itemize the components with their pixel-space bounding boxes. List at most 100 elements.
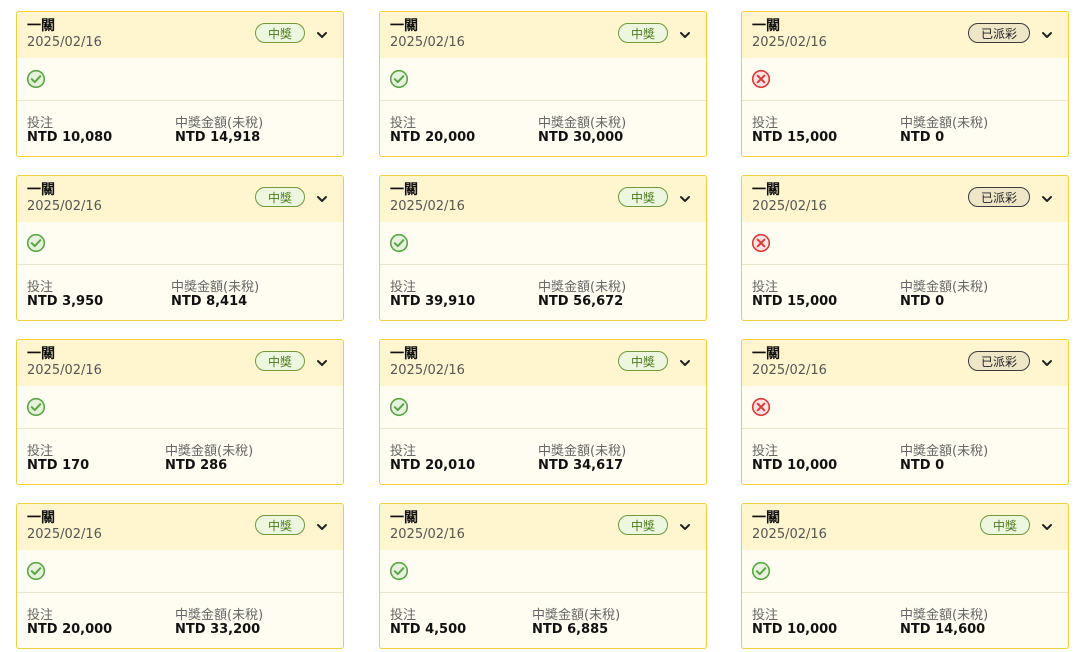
chevron-down-icon[interactable] — [315, 355, 329, 369]
chevron-down-icon[interactable] — [1040, 519, 1054, 533]
stake-label: 投注 — [27, 280, 54, 295]
card-header[interactable]: 一關 2025/02/16 中獎 — [380, 12, 706, 58]
status-badge: 已派彩 — [967, 23, 1030, 43]
card-header[interactable]: 一關 2025/02/16 中獎 — [17, 504, 343, 550]
prize-amount: NTD 0 — [900, 458, 945, 473]
stake-label: 投注 — [752, 444, 779, 459]
bet-date: 2025/02/16 — [27, 527, 102, 542]
check-circle-icon — [389, 561, 409, 581]
result-row — [17, 222, 343, 265]
stake-label: 投注 — [27, 116, 54, 131]
status-badge: 中獎 — [617, 351, 668, 371]
prize-label: 中獎金額(未稅) — [532, 608, 621, 623]
bet-card[interactable]: 一關 2025/02/16 已派彩 投注 NTD 15,000 中獎金額(未稅) NTD 0 — [741, 11, 1069, 157]
result-row — [742, 386, 1068, 429]
bet-card[interactable]: 一關 2025/02/16 中獎投注 NTD 3,950 中獎金額(未稅) NTD 8,4… — [16, 175, 344, 321]
bet-card[interactable]: 一關 2025/02/16 已派彩 投注 NTD 15,000 中獎金額(未稅) NTD 0 — [741, 175, 1069, 321]
card-header[interactable]: 一關 2025/02/16 中獎 — [380, 340, 706, 386]
status-badge: 中獎 — [254, 515, 305, 535]
bet-card[interactable]: 一關 2025/02/16 中獎 投注 NTD 20,000 中獎金額(未稅) NTD 30… — [379, 11, 707, 157]
stake-label: 投注 — [752, 116, 779, 131]
chevron-down-icon[interactable] — [1040, 191, 1054, 205]
bet-card[interactable]: 一關 2025/02/16 中獎 投注 NTD 10,000 中獎金額(未稅) NTD 14… — [741, 503, 1069, 649]
stake-amount: NTD 10,080 — [27, 130, 113, 145]
bet-date: 2025/02/16 — [752, 363, 827, 378]
prize-amount: NTD 14,600 — [900, 622, 986, 637]
bet-date: 2025/02/16 — [752, 35, 827, 50]
stake-amount: NTD 10,000 — [752, 622, 838, 637]
stake-amount: NTD 4,500 — [390, 622, 467, 637]
check-circle-icon — [26, 397, 46, 417]
chevron-down-icon[interactable] — [678, 519, 692, 533]
bet-date: 2025/02/16 — [27, 363, 102, 378]
prize-label: 中獎金額(未稅) — [171, 280, 260, 295]
prize-amount: NTD 30,000 — [538, 130, 624, 145]
result-row — [742, 58, 1068, 101]
bet-date: 2025/02/16 — [752, 199, 827, 214]
bet-card[interactable]: 一關 2025/02/16 中獎投注 NTD 4,500 中獎金額(未稅) NTD 6,8… — [379, 503, 707, 649]
status-badge: 中獎 — [254, 351, 305, 371]
card-header[interactable]: 一關 2025/02/16 已派彩 — [742, 340, 1068, 386]
chevron-down-icon[interactable] — [1040, 355, 1054, 369]
bet-type-title: 一關 — [752, 182, 780, 198]
stake-label: 投注 — [390, 608, 417, 623]
prize-label: 中獎金額(未稅) — [538, 116, 627, 131]
card-header[interactable]: 一關 2025/02/16 中獎 — [17, 176, 343, 222]
bet-card[interactable]: 一關 2025/02/16 中獎 投注 NTD 10,080 中獎金額(未稅) NTD 14… — [16, 11, 344, 157]
bet-card[interactable]: 一關 2025/02/16 中獎 投注 NTD 170 中獎金額(未稅) NTD 286 — [16, 339, 344, 485]
card-header[interactable]: 一關 2025/02/16 已派彩 — [742, 176, 1068, 222]
card-header[interactable]: 一關 2025/02/16 已派彩 — [742, 12, 1068, 58]
stake-amount: NTD 20,000 — [27, 622, 113, 637]
chevron-down-icon[interactable] — [1040, 27, 1054, 41]
bet-type-title: 一關 — [390, 182, 418, 198]
bet-date: 2025/02/16 — [390, 35, 465, 50]
stake-label: 投注 — [390, 116, 417, 131]
bet-date: 2025/02/16 — [752, 527, 827, 542]
prize-label: 中獎金額(未稅) — [900, 116, 989, 131]
bet-card[interactable]: 一關 2025/02/16 已派彩 投注 NTD 10,000 中獎金額(未稅) NTD 0 — [741, 339, 1069, 485]
status-badge: 中獎 — [617, 23, 668, 43]
chevron-down-icon[interactable] — [678, 355, 692, 369]
chevron-down-icon[interactable] — [315, 191, 329, 205]
status-badge: 已派彩 — [967, 351, 1030, 371]
bet-type-title: 一關 — [390, 510, 418, 526]
card-header[interactable]: 一關 2025/02/16 中獎 — [17, 340, 343, 386]
stake-amount: NTD 15,000 — [752, 294, 838, 309]
status-badge: 中獎 — [254, 23, 305, 43]
prize-label: 中獎金額(未稅) — [175, 116, 264, 131]
bet-card[interactable]: 一關 2025/02/16 中獎 投注 NTD 20,010 中獎金額(未稅) NTD 34… — [379, 339, 707, 485]
stake-amount: NTD 10,000 — [752, 458, 838, 473]
x-circle-icon — [751, 397, 771, 417]
bet-type-title: 一關 — [752, 18, 780, 34]
status-badge: 中獎 — [254, 187, 305, 207]
check-circle-icon — [26, 233, 46, 253]
stake-amount: NTD 170 — [27, 458, 90, 473]
stake-label: 投注 — [27, 608, 54, 623]
x-circle-icon — [751, 69, 771, 89]
card-header[interactable]: 一關 2025/02/16 中獎 — [380, 504, 706, 550]
status-badge: 中獎 — [979, 515, 1030, 535]
card-header[interactable]: 一關 2025/02/16 中獎 — [742, 504, 1068, 550]
chevron-down-icon[interactable] — [678, 191, 692, 205]
result-row — [17, 58, 343, 101]
prize-amount: NTD 33,200 — [175, 622, 261, 637]
prize-label: 中獎金額(未稅) — [165, 444, 254, 459]
check-circle-icon — [389, 233, 409, 253]
stake-amount: NTD 3,950 — [27, 294, 104, 309]
prize-amount: NTD 56,672 — [538, 294, 624, 309]
card-header[interactable]: 一關 2025/02/16 中獎 — [380, 176, 706, 222]
prize-amount: NTD 6,885 — [532, 622, 609, 637]
check-circle-icon — [26, 69, 46, 89]
bet-card[interactable]: 一關 2025/02/16 中獎 投注 NTD 20,000 中獎金額(未稅) NTD 33… — [16, 503, 344, 649]
bet-history-grid: 一關 2025/02/16 中獎 投注 NTD 10,080 中獎金額(未稅) NTD 14… — [0, 0, 1080, 652]
prize-label: 中獎金額(未稅) — [900, 280, 989, 295]
chevron-down-icon[interactable] — [315, 519, 329, 533]
stake-label: 投注 — [752, 608, 779, 623]
chevron-down-icon[interactable] — [315, 27, 329, 41]
chevron-down-icon[interactable] — [678, 27, 692, 41]
prize-label: 中獎金額(未稅) — [175, 608, 264, 623]
prize-amount: NTD 8,414 — [171, 294, 248, 309]
bet-card[interactable]: 一關 2025/02/16 中獎 投注 NTD 39,910 中獎金額(未稅) NTD 56… — [379, 175, 707, 321]
card-header[interactable]: 一關 2025/02/16 中獎 — [17, 12, 343, 58]
result-row — [380, 222, 706, 265]
